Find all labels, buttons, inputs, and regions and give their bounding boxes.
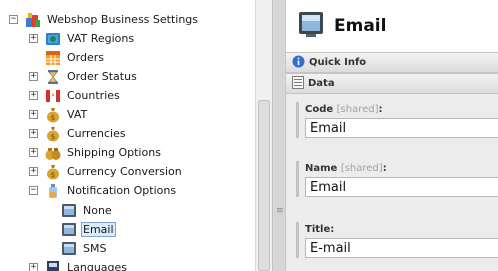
tree-node-countries[interactable]: + Countries xyxy=(29,86,122,105)
section-label: Quick Info xyxy=(309,57,367,68)
info-icon xyxy=(292,55,305,71)
content-tree: − Webshop Business Settings + VAT Region… xyxy=(0,0,255,271)
field-label: Code [shared]: xyxy=(305,104,383,115)
editor-title: Email xyxy=(334,16,387,36)
code-input[interactable] xyxy=(305,118,498,138)
tree-label: Email xyxy=(81,222,116,237)
expand-toggle[interactable]: + xyxy=(29,167,38,176)
expand-toggle[interactable]: + xyxy=(29,91,38,100)
tree-node-email[interactable]: Email xyxy=(61,220,116,239)
shipping-bags-icon xyxy=(45,145,61,161)
svg-text:$: $ xyxy=(51,114,55,122)
monitor-icon xyxy=(298,11,324,42)
svg-text:$: $ xyxy=(51,133,55,141)
tree-node-root[interactable]: − Webshop Business Settings xyxy=(9,10,200,29)
tree-label: Order Status xyxy=(67,70,137,83)
tree-node-currencies[interactable]: + $ Currencies xyxy=(29,124,128,143)
monitor-icon xyxy=(61,203,77,219)
expand-toggle[interactable]: + xyxy=(29,129,38,138)
section-label: Data xyxy=(308,78,335,89)
tree-label: Currency Conversion xyxy=(67,165,182,178)
expand-toggle[interactable]: + xyxy=(29,110,38,119)
tree-scrollbar[interactable] xyxy=(255,0,272,271)
expand-toggle[interactable]: + xyxy=(29,148,38,157)
tree-node-currency-conversion[interactable]: + $ Currency Conversion xyxy=(29,162,184,181)
language-book-icon xyxy=(45,260,61,271)
tree-label: Shipping Options xyxy=(67,146,161,159)
expand-toggle[interactable]: + xyxy=(29,72,38,81)
name-input[interactable] xyxy=(305,177,498,197)
field-title: Title: xyxy=(296,222,498,258)
svg-text:$: $ xyxy=(51,171,55,179)
tree-node-vat-regions[interactable]: + VAT Regions xyxy=(29,29,136,48)
field-code: Code [shared]: xyxy=(296,102,498,138)
scrollbar-thumb[interactable] xyxy=(258,100,270,271)
globe-icon xyxy=(45,31,61,47)
money-bag-icon: $ xyxy=(45,126,61,142)
tree-node-none[interactable]: None xyxy=(61,201,114,220)
tree-node-languages[interactable]: + Languages xyxy=(29,258,129,271)
tree-label: None xyxy=(83,204,112,217)
tree-node-order-status[interactable]: + Order Status xyxy=(29,67,139,86)
tree-node-orders[interactable]: Orders xyxy=(29,48,106,67)
tree-label: Countries xyxy=(67,89,120,102)
tree-label: Orders xyxy=(67,51,104,64)
field-label: Title: xyxy=(305,224,335,235)
editor-header: Email xyxy=(286,0,498,52)
field-name: Name [shared]: xyxy=(296,161,498,197)
tree-label: Languages xyxy=(67,261,128,271)
item-editor: Email Quick Info Data Code [shared]: Nam… xyxy=(286,0,498,271)
tree-label: VAT xyxy=(67,108,88,121)
field-label: Name [shared]: xyxy=(305,163,387,174)
tree-node-vat[interactable]: + $ VAT xyxy=(29,105,89,124)
tree-node-notification-options[interactable]: − Notification Options xyxy=(29,181,178,200)
expand-toggle[interactable]: + xyxy=(29,34,38,43)
pane-splitter[interactable]: ≡ xyxy=(272,0,286,271)
tree-label: Notification Options xyxy=(67,184,177,197)
tree-label: SMS xyxy=(83,242,107,255)
hourglass-icon xyxy=(45,69,61,85)
tree-label: Webshop Business Settings xyxy=(47,13,199,26)
monitor-icon xyxy=(61,222,77,238)
tree-label: VAT Regions xyxy=(67,32,135,45)
expand-toggle[interactable]: + xyxy=(29,263,38,271)
section-data[interactable]: Data xyxy=(286,73,498,94)
tree-node-sms[interactable]: SMS xyxy=(61,239,108,258)
collapse-toggle[interactable]: − xyxy=(29,186,38,195)
title-input[interactable] xyxy=(305,238,498,258)
monitor-icon xyxy=(61,241,77,257)
flag-icon xyxy=(45,88,61,104)
money-bag-icon: $ xyxy=(45,164,61,180)
business-settings-icon xyxy=(25,12,41,28)
notification-bottle-icon xyxy=(45,183,61,199)
tree-label: Currencies xyxy=(67,127,126,140)
section-quick-info[interactable]: Quick Info xyxy=(286,52,498,73)
money-bag-icon: $ xyxy=(45,107,61,123)
collapse-toggle[interactable]: − xyxy=(9,15,18,24)
orders-grid-icon xyxy=(45,50,61,66)
splitter-grip-icon: ≡ xyxy=(276,206,284,216)
tree-node-shipping-options[interactable]: + Shipping Options xyxy=(29,143,163,162)
data-list-icon xyxy=(292,75,304,92)
